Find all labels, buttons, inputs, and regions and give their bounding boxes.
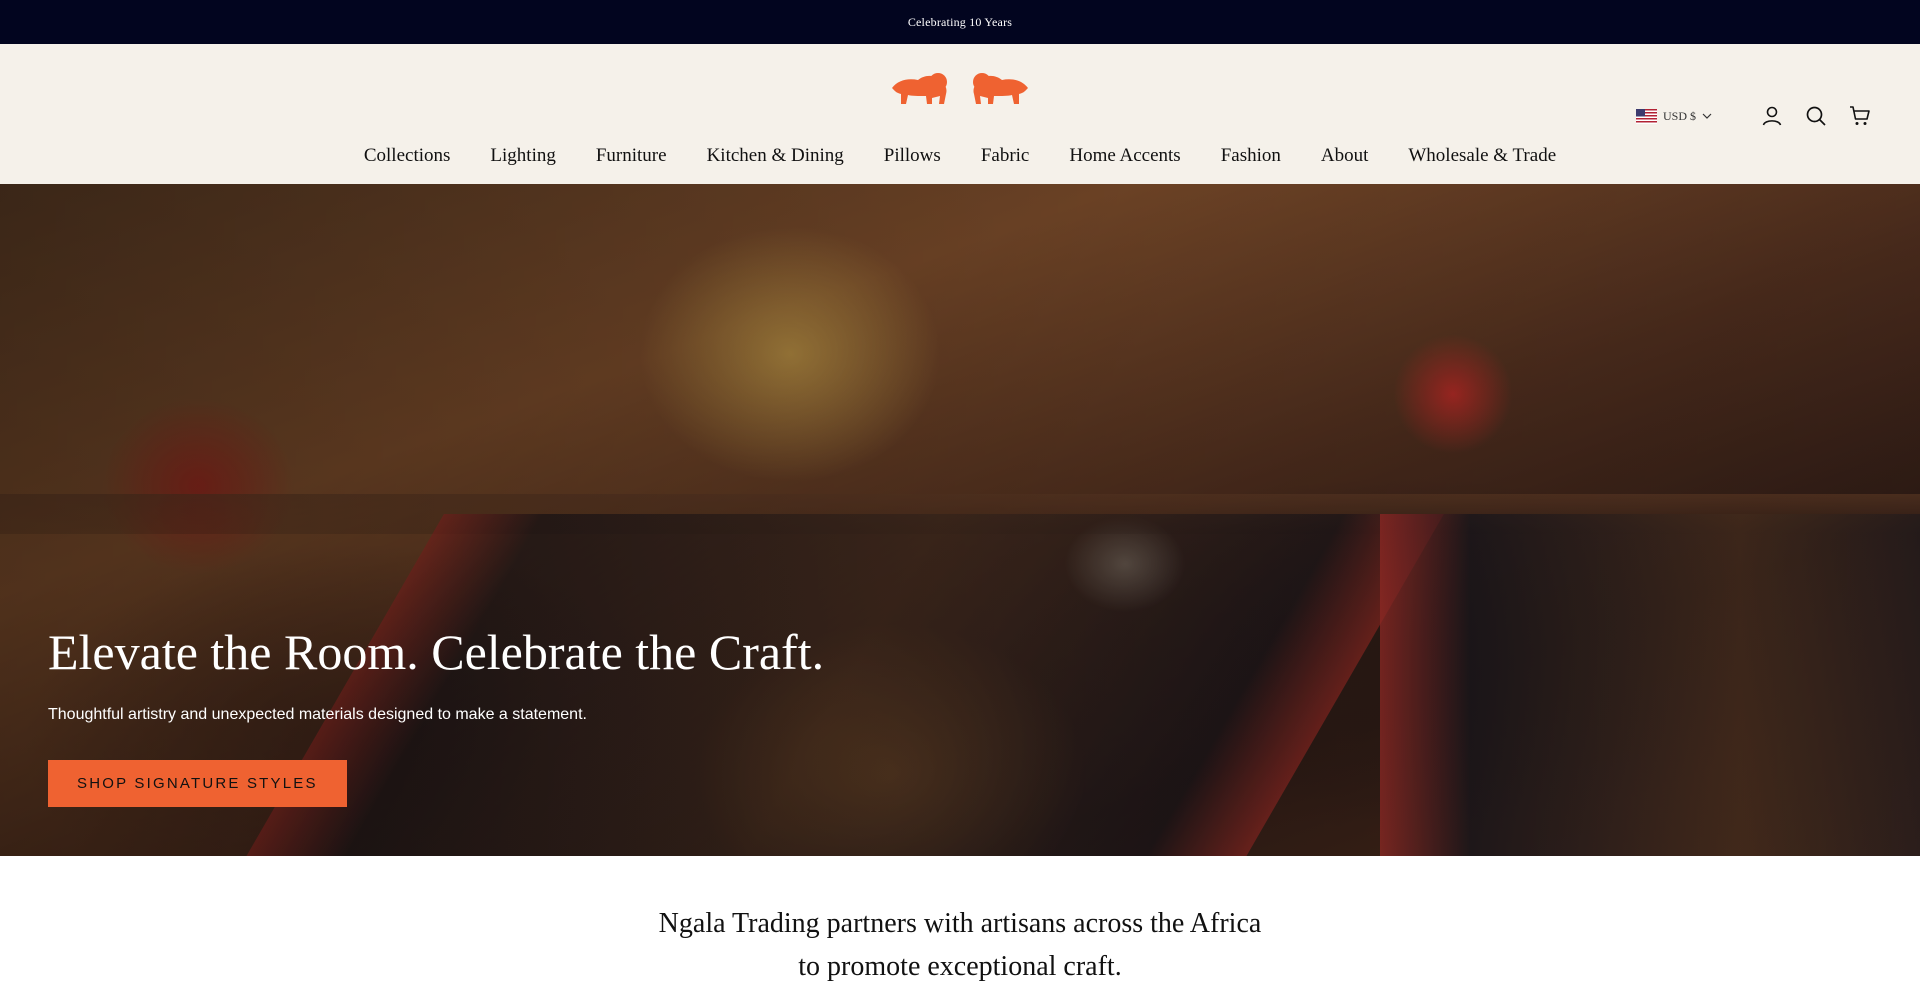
hero-subtitle: Thoughtful artistry and unexpected mater… xyxy=(48,706,587,723)
hero-title: Elevate the Room. Celebrate the Craft. xyxy=(48,624,825,680)
nav-item-about[interactable]: About xyxy=(1301,134,1389,178)
main-nav: Collections Lighting Furniture Kitchen &… xyxy=(0,134,1920,184)
site-header: USD $ Collections Lighting Furniture Kit… xyxy=(0,44,1920,184)
nav-item-lighting[interactable]: Lighting xyxy=(470,134,575,178)
intro-text: Ngala Trading partners with artisans acr… xyxy=(658,908,1262,982)
currency-label: USD $ xyxy=(1662,108,1696,123)
nav-item-pillows[interactable]: Pillows xyxy=(864,134,961,178)
nav-item-kitchen-dining[interactable]: Kitchen & Dining xyxy=(687,134,864,178)
announcement-text: Celebrating 10 Years xyxy=(907,14,1013,29)
hero-content: Elevate the Room. Celebrate the Craft. T… xyxy=(48,622,824,807)
intro-section: Ngala Trading partners with artisans acr… xyxy=(0,856,1920,988)
us-flag-icon xyxy=(1635,108,1657,124)
nav-item-collections[interactable]: Collections xyxy=(344,134,471,178)
nav-item-fabric[interactable]: Fabric xyxy=(961,134,1050,178)
nav-item-home-accents[interactable]: Home Accents xyxy=(1049,134,1200,178)
cart-icon[interactable] xyxy=(1848,104,1872,128)
announcement-bar: Celebrating 10 Years xyxy=(0,0,1920,44)
account-icon[interactable] xyxy=(1760,104,1784,128)
nav-item-wholesale-trade[interactable]: Wholesale & Trade xyxy=(1388,134,1576,178)
hero-banner: Elevate the Room. Celebrate the Craft. T… xyxy=(0,184,1920,856)
search-icon[interactable] xyxy=(1804,104,1828,128)
header-tools: USD $ xyxy=(1635,104,1872,128)
nav-item-fashion[interactable]: Fashion xyxy=(1201,134,1301,178)
currency-selector[interactable]: USD $ xyxy=(1635,108,1712,124)
chevron-down-icon xyxy=(1702,113,1712,119)
lion-logo[interactable] xyxy=(888,66,1032,106)
shop-signature-styles-button[interactable]: SHOP SIGNATURE STYLES xyxy=(48,760,347,807)
nav-item-furniture[interactable]: Furniture xyxy=(576,134,687,178)
